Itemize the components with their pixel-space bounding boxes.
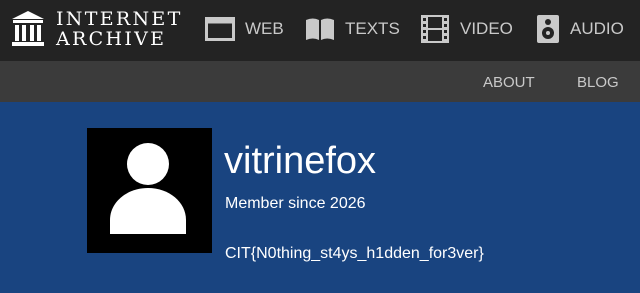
user-silhouette-icon bbox=[110, 143, 186, 234]
blog-link[interactable]: BLOG bbox=[577, 74, 619, 91]
nav-web[interactable]: WEB bbox=[205, 12, 284, 46]
logo-wordmark: INTERNET ARCHIVE bbox=[56, 9, 183, 49]
profile-description: CIT{N0thing_st4ys_h1dden_for3ver} bbox=[225, 245, 484, 262]
logo-line-internet: INTERNET bbox=[56, 8, 183, 30]
nav-audio-label: AUDIO bbox=[570, 19, 624, 38]
profile-username: vitrinefox bbox=[224, 140, 377, 182]
film-strip-icon bbox=[421, 15, 449, 43]
open-book-icon bbox=[306, 18, 334, 40]
speaker-icon bbox=[537, 15, 559, 43]
avatar bbox=[87, 128, 212, 253]
about-link[interactable]: ABOUT bbox=[483, 74, 535, 91]
browser-window-icon bbox=[205, 17, 235, 41]
nav-texts[interactable]: TEXTS bbox=[305, 12, 400, 46]
top-navigation-bar: INTERNET ARCHIVE WEB TEXTS VIDEO AUDIO bbox=[0, 0, 640, 61]
logo-line-archive: ARCHIVE bbox=[56, 28, 167, 50]
profile-header: vitrinefox Member since 2026 CIT{N0thing… bbox=[0, 102, 640, 293]
nav-web-label: WEB bbox=[245, 19, 284, 38]
member-since: Member since 2026 bbox=[225, 195, 366, 212]
nav-video[interactable]: VIDEO bbox=[420, 12, 513, 46]
secondary-navigation-bar: ABOUT BLOG bbox=[0, 61, 640, 102]
nav-audio[interactable]: AUDIO bbox=[536, 12, 624, 46]
internet-archive-logo[interactable]: INTERNET ARCHIVE bbox=[11, 9, 181, 51]
nav-texts-label: TEXTS bbox=[345, 19, 400, 38]
nav-video-label: VIDEO bbox=[460, 19, 513, 38]
archive-building-icon bbox=[12, 11, 44, 46]
